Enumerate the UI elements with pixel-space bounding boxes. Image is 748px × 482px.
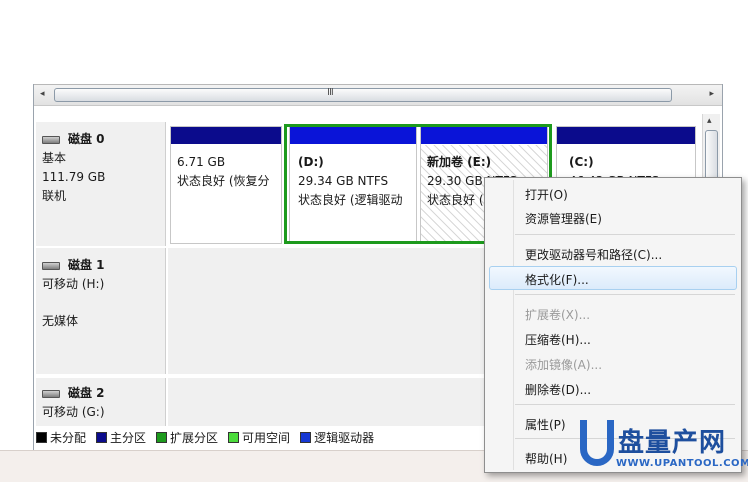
site-watermark-logo: 盘量产网 WWW.UPANTOOL.COM [580,418,748,478]
disk-0-size: 111.79 GB [42,170,106,184]
horizontal-scroll-thumb[interactable]: III [54,87,672,102]
disk-0-type: 基本 [42,151,67,165]
watermark-title: 盘量产网 [618,428,727,458]
primary-partition-bar [557,127,695,145]
legend-swatch [96,431,108,443]
primary-partition-bar [171,127,281,145]
partition-status: 状态良好 (恢复分 [177,174,270,188]
legend-swatch [228,431,240,443]
disk-1-media: 无媒体 [42,314,79,328]
menu-item-properties[interactable]: 属性(P) [525,416,566,433]
disk-0-status: 联机 [42,189,67,203]
legend-swatch [300,431,312,443]
menu-item-format[interactable]: 格式化(F)... [525,271,589,288]
disk-2-title: 磁盘 2 [42,384,159,403]
scroll-up-arrow-icon[interactable]: ▴ [707,116,712,126]
disk-1-label[interactable]: 磁盘 1 可移动 (H:) 无媒体 [36,248,166,374]
menu-item-delete-volume[interactable]: 删除卷(D)... [525,381,591,398]
scroll-grip: III [327,87,334,98]
u-logo-icon [580,420,614,466]
horizontal-scrollbar[interactable]: ◂ III ▸ [34,84,722,106]
partition-legend: 未分配 主分区 扩展分区 可用空间 逻辑驱动器 [36,427,378,447]
menu-item-change-drive-letter[interactable]: 更改驱动器号和路径(C)... [525,246,662,263]
hard-disk-icon [42,135,60,144]
disk-0-title: 磁盘 0 [42,130,159,149]
watermark-url: WWW.UPANTOOL.COM [616,458,748,469]
menu-item-extend-volume[interactable]: 扩展卷(X)... [525,306,590,323]
legend-extended: 扩展分区 [156,429,218,446]
volume-list-pane [33,0,723,84]
legend-unallocated: 未分配 [36,429,86,446]
menu-item-add-mirror[interactable]: 添加镜像(A)... [525,356,602,373]
disk-2-label[interactable]: 磁盘 2 可移动 (G:) [36,378,166,426]
removable-disk-icon [42,261,60,270]
legend-swatch [36,431,47,443]
menu-separator [515,234,735,235]
menu-item-help[interactable]: 帮助(H) [525,450,567,467]
partition-size: 6.71 GB [177,155,226,169]
menu-separator [515,404,735,405]
legend-logical: 逻辑驱动器 [300,429,374,446]
menu-item-explorer[interactable]: 资源管理器(E) [525,210,602,227]
menu-gutter [513,180,514,470]
legend-swatch [156,431,168,443]
legend-primary: 主分区 [96,429,146,446]
legend-free-space: 可用空间 [228,429,290,446]
menu-item-shrink-volume[interactable]: 压缩卷(H)... [525,331,591,348]
menu-item-open[interactable]: 打开(O) [525,186,568,203]
disk-1-title: 磁盘 1 [42,256,159,275]
disk-2-type: 可移动 (G:) [42,405,105,419]
disk-0-label[interactable]: 磁盘 0 基本 111.79 GB 联机 [36,122,166,246]
partition-recovery[interactable]: 6.71 GB 状态良好 (恢复分 [170,126,282,244]
scroll-left-arrow-icon[interactable]: ◂ [40,89,45,99]
partition-name: (C:) [569,155,594,169]
scroll-right-arrow-icon[interactable]: ▸ [709,89,714,99]
removable-disk-icon [42,389,60,398]
disk-1-type: 可移动 (H:) [42,277,105,291]
menu-separator [515,294,735,295]
